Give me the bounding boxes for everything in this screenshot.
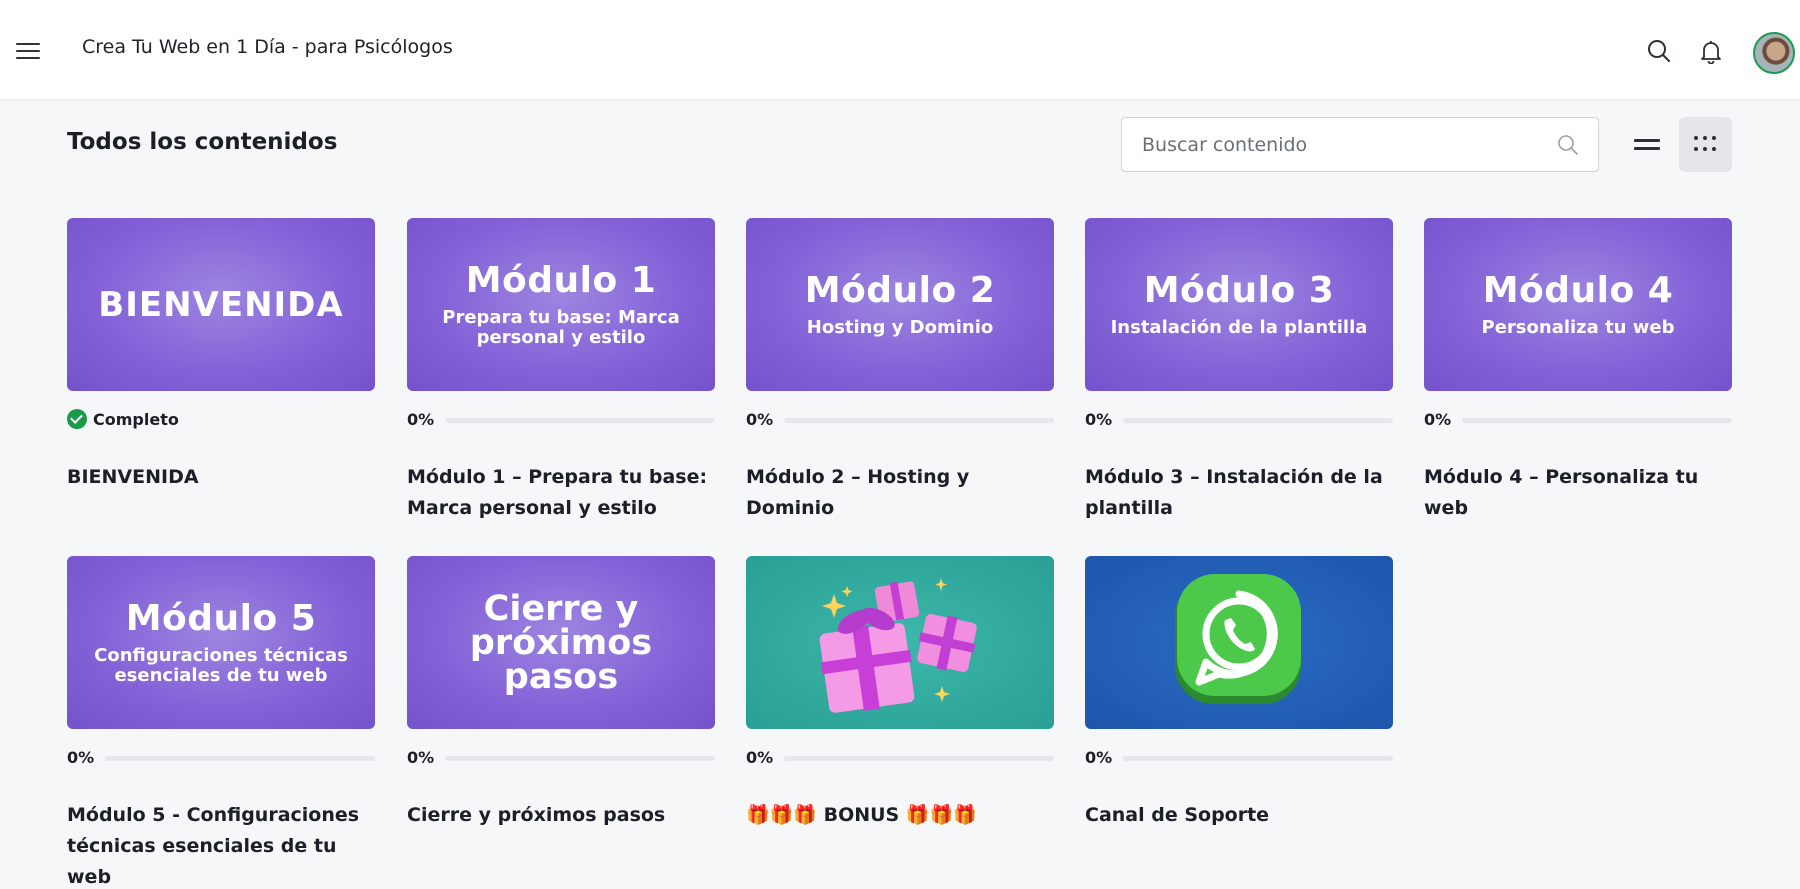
content-card[interactable]: Cierre y próximos pasos 0% Cierre y próx… bbox=[407, 556, 715, 826]
card-progress: 0% bbox=[746, 746, 1054, 768]
progress-bar bbox=[105, 756, 375, 761]
progress-bar bbox=[1123, 756, 1393, 761]
top-bar: Crea Tu Web en 1 Día - para Psicólogos bbox=[0, 0, 1800, 99]
thumbnail-title: Módulo 2 bbox=[804, 269, 996, 311]
search-icon[interactable] bbox=[1646, 38, 1672, 64]
progress-bar bbox=[445, 418, 715, 423]
card-title[interactable]: BIENVENIDA bbox=[67, 462, 375, 493]
card-thumbnail[interactable]: Módulo 2 Hosting y Dominio bbox=[746, 218, 1054, 391]
card-thumbnail[interactable]: Módulo 1 Prepara tu base: Marca personal… bbox=[407, 218, 715, 391]
progress-percent: 0% bbox=[746, 748, 774, 767]
card-title[interactable]: 🎁🎁🎁 BONUS 🎁🎁🎁 bbox=[746, 800, 1054, 831]
progress-bar bbox=[1462, 418, 1732, 423]
thumbnail-subtitle: Prepara tu base: Marca personal y estilo bbox=[442, 306, 680, 348]
card-thumbnail[interactable]: Módulo 5 Configuraciones técnicas esenci… bbox=[67, 556, 375, 729]
thumbnail-subtitle: Instalación de la plantilla bbox=[1110, 316, 1368, 338]
bell-icon[interactable] bbox=[1698, 38, 1724, 64]
card-thumbnail[interactable]: Cierre y próximos pasos bbox=[407, 556, 715, 729]
user-avatar[interactable] bbox=[1753, 32, 1795, 74]
card-title[interactable]: Cierre y próximos pasos bbox=[407, 800, 715, 831]
progress-percent: 0% bbox=[1085, 748, 1113, 767]
card-progress: 0% bbox=[67, 746, 375, 768]
content-card[interactable]: Módulo 3 Instalación de la plantilla 0% … bbox=[1085, 218, 1393, 519]
card-progress: Completo bbox=[67, 408, 375, 430]
content-card[interactable]: Módulo 1 Prepara tu base: Marca personal… bbox=[407, 218, 715, 519]
progress-bar bbox=[1123, 418, 1393, 423]
thumbnail-subtitle: Configuraciones técnicas esenciales de t… bbox=[94, 644, 348, 686]
content-search-input[interactable] bbox=[1142, 132, 1542, 158]
card-progress: 0% bbox=[407, 746, 715, 768]
card-thumbnail[interactable]: Módulo 3 Instalación de la plantilla bbox=[1085, 218, 1393, 391]
card-title[interactable]: Módulo 1 – Prepara tu base: Marca person… bbox=[407, 462, 715, 524]
card-title[interactable]: Módulo 4 – Personaliza tu web bbox=[1424, 462, 1732, 524]
thumbnail-title: Módulo 5 bbox=[125, 597, 317, 639]
progress-bar bbox=[784, 756, 1054, 761]
content-card[interactable]: Módulo 2 Hosting y Dominio 0% Módulo 2 –… bbox=[746, 218, 1054, 519]
app-title: Crea Tu Web en 1 Día - para Psicólogos bbox=[82, 36, 453, 58]
card-title[interactable]: Canal de Soporte bbox=[1085, 800, 1393, 831]
progress-percent: 0% bbox=[1424, 410, 1452, 429]
content-card[interactable]: BIENVENIDA Completo BIENVENIDA bbox=[67, 218, 375, 488]
card-progress: 0% bbox=[1085, 746, 1393, 768]
card-thumbnail[interactable]: Módulo 4 Personaliza tu web bbox=[1424, 218, 1732, 391]
content-card[interactable]: 0% 🎁🎁🎁 BONUS 🎁🎁🎁 bbox=[746, 556, 1054, 826]
section-title: Todos los contenidos bbox=[67, 129, 338, 155]
whatsapp-icon bbox=[1175, 574, 1301, 704]
check-circle-icon bbox=[67, 409, 87, 429]
card-progress: 0% bbox=[746, 408, 1054, 430]
thumbnail-title: Módulo 3 bbox=[1143, 269, 1335, 311]
hamburger-menu-icon[interactable] bbox=[16, 40, 40, 60]
progress-percent: 0% bbox=[1085, 410, 1113, 429]
card-progress: 0% bbox=[1085, 408, 1393, 430]
content-card[interactable]: 0% Canal de Soporte bbox=[1085, 556, 1393, 826]
progress-percent: 0% bbox=[67, 748, 95, 767]
progress-percent: 0% bbox=[407, 748, 435, 767]
content-card[interactable]: Módulo 5 Configuraciones técnicas esenci… bbox=[67, 556, 375, 888]
card-thumbnail[interactable]: BIENVENIDA bbox=[67, 218, 375, 391]
status-badge: Completo bbox=[67, 409, 179, 429]
card-title[interactable]: Módulo 5 - Configuraciones técnicas esen… bbox=[67, 800, 375, 889]
progress-bar bbox=[784, 418, 1054, 423]
gift-boxes-icon bbox=[819, 578, 977, 713]
card-title[interactable]: Módulo 3 – Instalación de la plantilla bbox=[1085, 462, 1393, 524]
card-thumbnail[interactable] bbox=[746, 556, 1054, 729]
thumbnail-subtitle: Hosting y Dominio bbox=[806, 316, 994, 338]
thumbnail-title: BIENVENIDA bbox=[98, 284, 344, 325]
progress-percent: 0% bbox=[407, 410, 435, 429]
content-search-box[interactable] bbox=[1121, 117, 1599, 172]
content-card[interactable]: Módulo 4 Personaliza tu web 0% Módulo 4 … bbox=[1424, 218, 1732, 519]
progress-percent: 0% bbox=[746, 410, 774, 429]
list-view-icon[interactable] bbox=[1620, 117, 1673, 172]
card-title[interactable]: Módulo 2 – Hosting y Dominio bbox=[746, 462, 1054, 524]
search-icon[interactable] bbox=[1556, 133, 1580, 157]
card-progress: 0% bbox=[1424, 408, 1732, 430]
card-progress: 0% bbox=[407, 408, 715, 430]
thumbnail-title: Módulo 4 bbox=[1482, 269, 1674, 311]
thumbnail-subtitle: Personaliza tu web bbox=[1481, 316, 1675, 338]
card-thumbnail[interactable] bbox=[1085, 556, 1393, 729]
progress-bar bbox=[445, 756, 715, 761]
thumbnail-title: Cierre y próximos pasos bbox=[469, 588, 653, 697]
thumbnail-title: Módulo 1 bbox=[465, 259, 657, 301]
grid-view-icon[interactable] bbox=[1679, 117, 1732, 172]
